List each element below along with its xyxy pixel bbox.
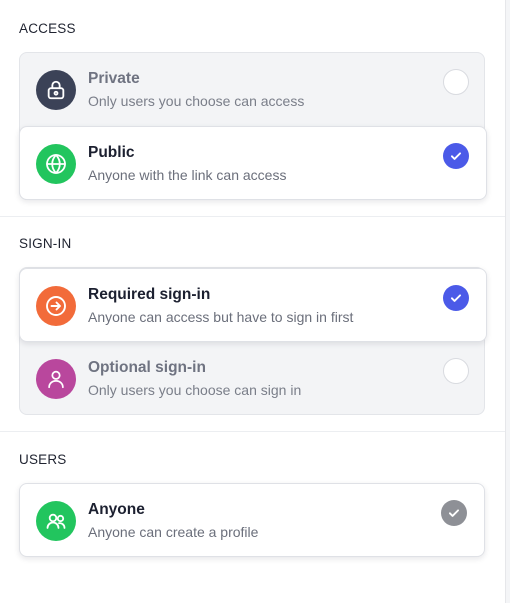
radio-unchecked[interactable]	[443, 69, 469, 95]
option-title: Public	[88, 144, 135, 161]
option-public[interactable]: Public Anyone with the link can access	[19, 126, 487, 200]
option-title: Private	[88, 70, 140, 87]
option-description: Only users you choose can access	[88, 93, 305, 109]
section-divider	[0, 431, 505, 432]
signin-options-group: Required sign-in Anyone can access but h…	[19, 267, 487, 416]
option-title: Required sign-in	[88, 286, 211, 303]
radio-unchecked[interactable]	[443, 358, 469, 384]
users-icon	[36, 501, 76, 541]
sign-in-arrow-icon	[36, 286, 76, 326]
settings-panel: ACCESS Private Only users you choose can…	[0, 0, 505, 603]
option-required-signin[interactable]: Required sign-in Anyone can access but h…	[19, 268, 487, 342]
checkmark-disabled-icon[interactable]	[441, 500, 467, 526]
option-title: Anyone	[88, 501, 145, 518]
option-private[interactable]: Private Only users you choose can access	[20, 53, 486, 127]
option-description: Anyone with the link can access	[88, 167, 287, 183]
section-divider	[0, 216, 505, 217]
option-anyone[interactable]: Anyone Anyone can create a profile	[19, 483, 485, 557]
section-title-signin: SIGN-IN	[19, 236, 72, 251]
option-description: Anyone can create a profile	[88, 524, 259, 540]
checkmark-selected-icon[interactable]	[443, 143, 469, 169]
access-options-group: Private Only users you choose can access…	[19, 52, 487, 200]
user-icon	[36, 359, 76, 399]
scrollbar-track[interactable]	[505, 0, 510, 603]
option-description: Only users you choose can sign in	[88, 382, 302, 398]
option-optional-signin[interactable]: Optional sign-in Only users you choose c…	[20, 342, 486, 416]
globe-icon	[36, 144, 76, 184]
lock-icon	[36, 70, 76, 110]
option-description: Anyone can access but have to sign in fi…	[88, 309, 354, 325]
section-title-access: ACCESS	[19, 21, 76, 36]
section-title-users: USERS	[19, 452, 67, 467]
checkmark-selected-icon[interactable]	[443, 285, 469, 311]
option-title: Optional sign-in	[88, 359, 206, 376]
